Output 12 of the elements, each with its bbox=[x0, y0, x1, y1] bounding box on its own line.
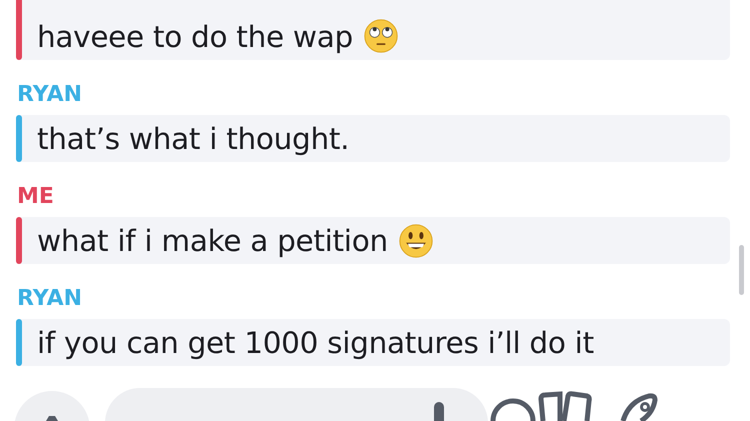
eye-roll-emoji-icon bbox=[362, 18, 399, 54]
scrollbar[interactable] bbox=[739, 245, 744, 295]
message-text: what if i make a petition bbox=[37, 224, 388, 258]
message-text: haveee to do the wap bbox=[37, 20, 353, 54]
microphone-icon bbox=[432, 400, 446, 421]
smiley-emoji-icon bbox=[398, 222, 434, 258]
stickers-icon[interactable] bbox=[538, 391, 592, 421]
sender-name: RYAN bbox=[17, 288, 84, 309]
sender-name: RYAN bbox=[17, 84, 84, 105]
message-text: that’s what i thought. bbox=[37, 122, 350, 156]
message-text: if you can get 1000 signatures i’ll do it bbox=[37, 326, 594, 360]
sender-name: ME bbox=[17, 186, 55, 207]
